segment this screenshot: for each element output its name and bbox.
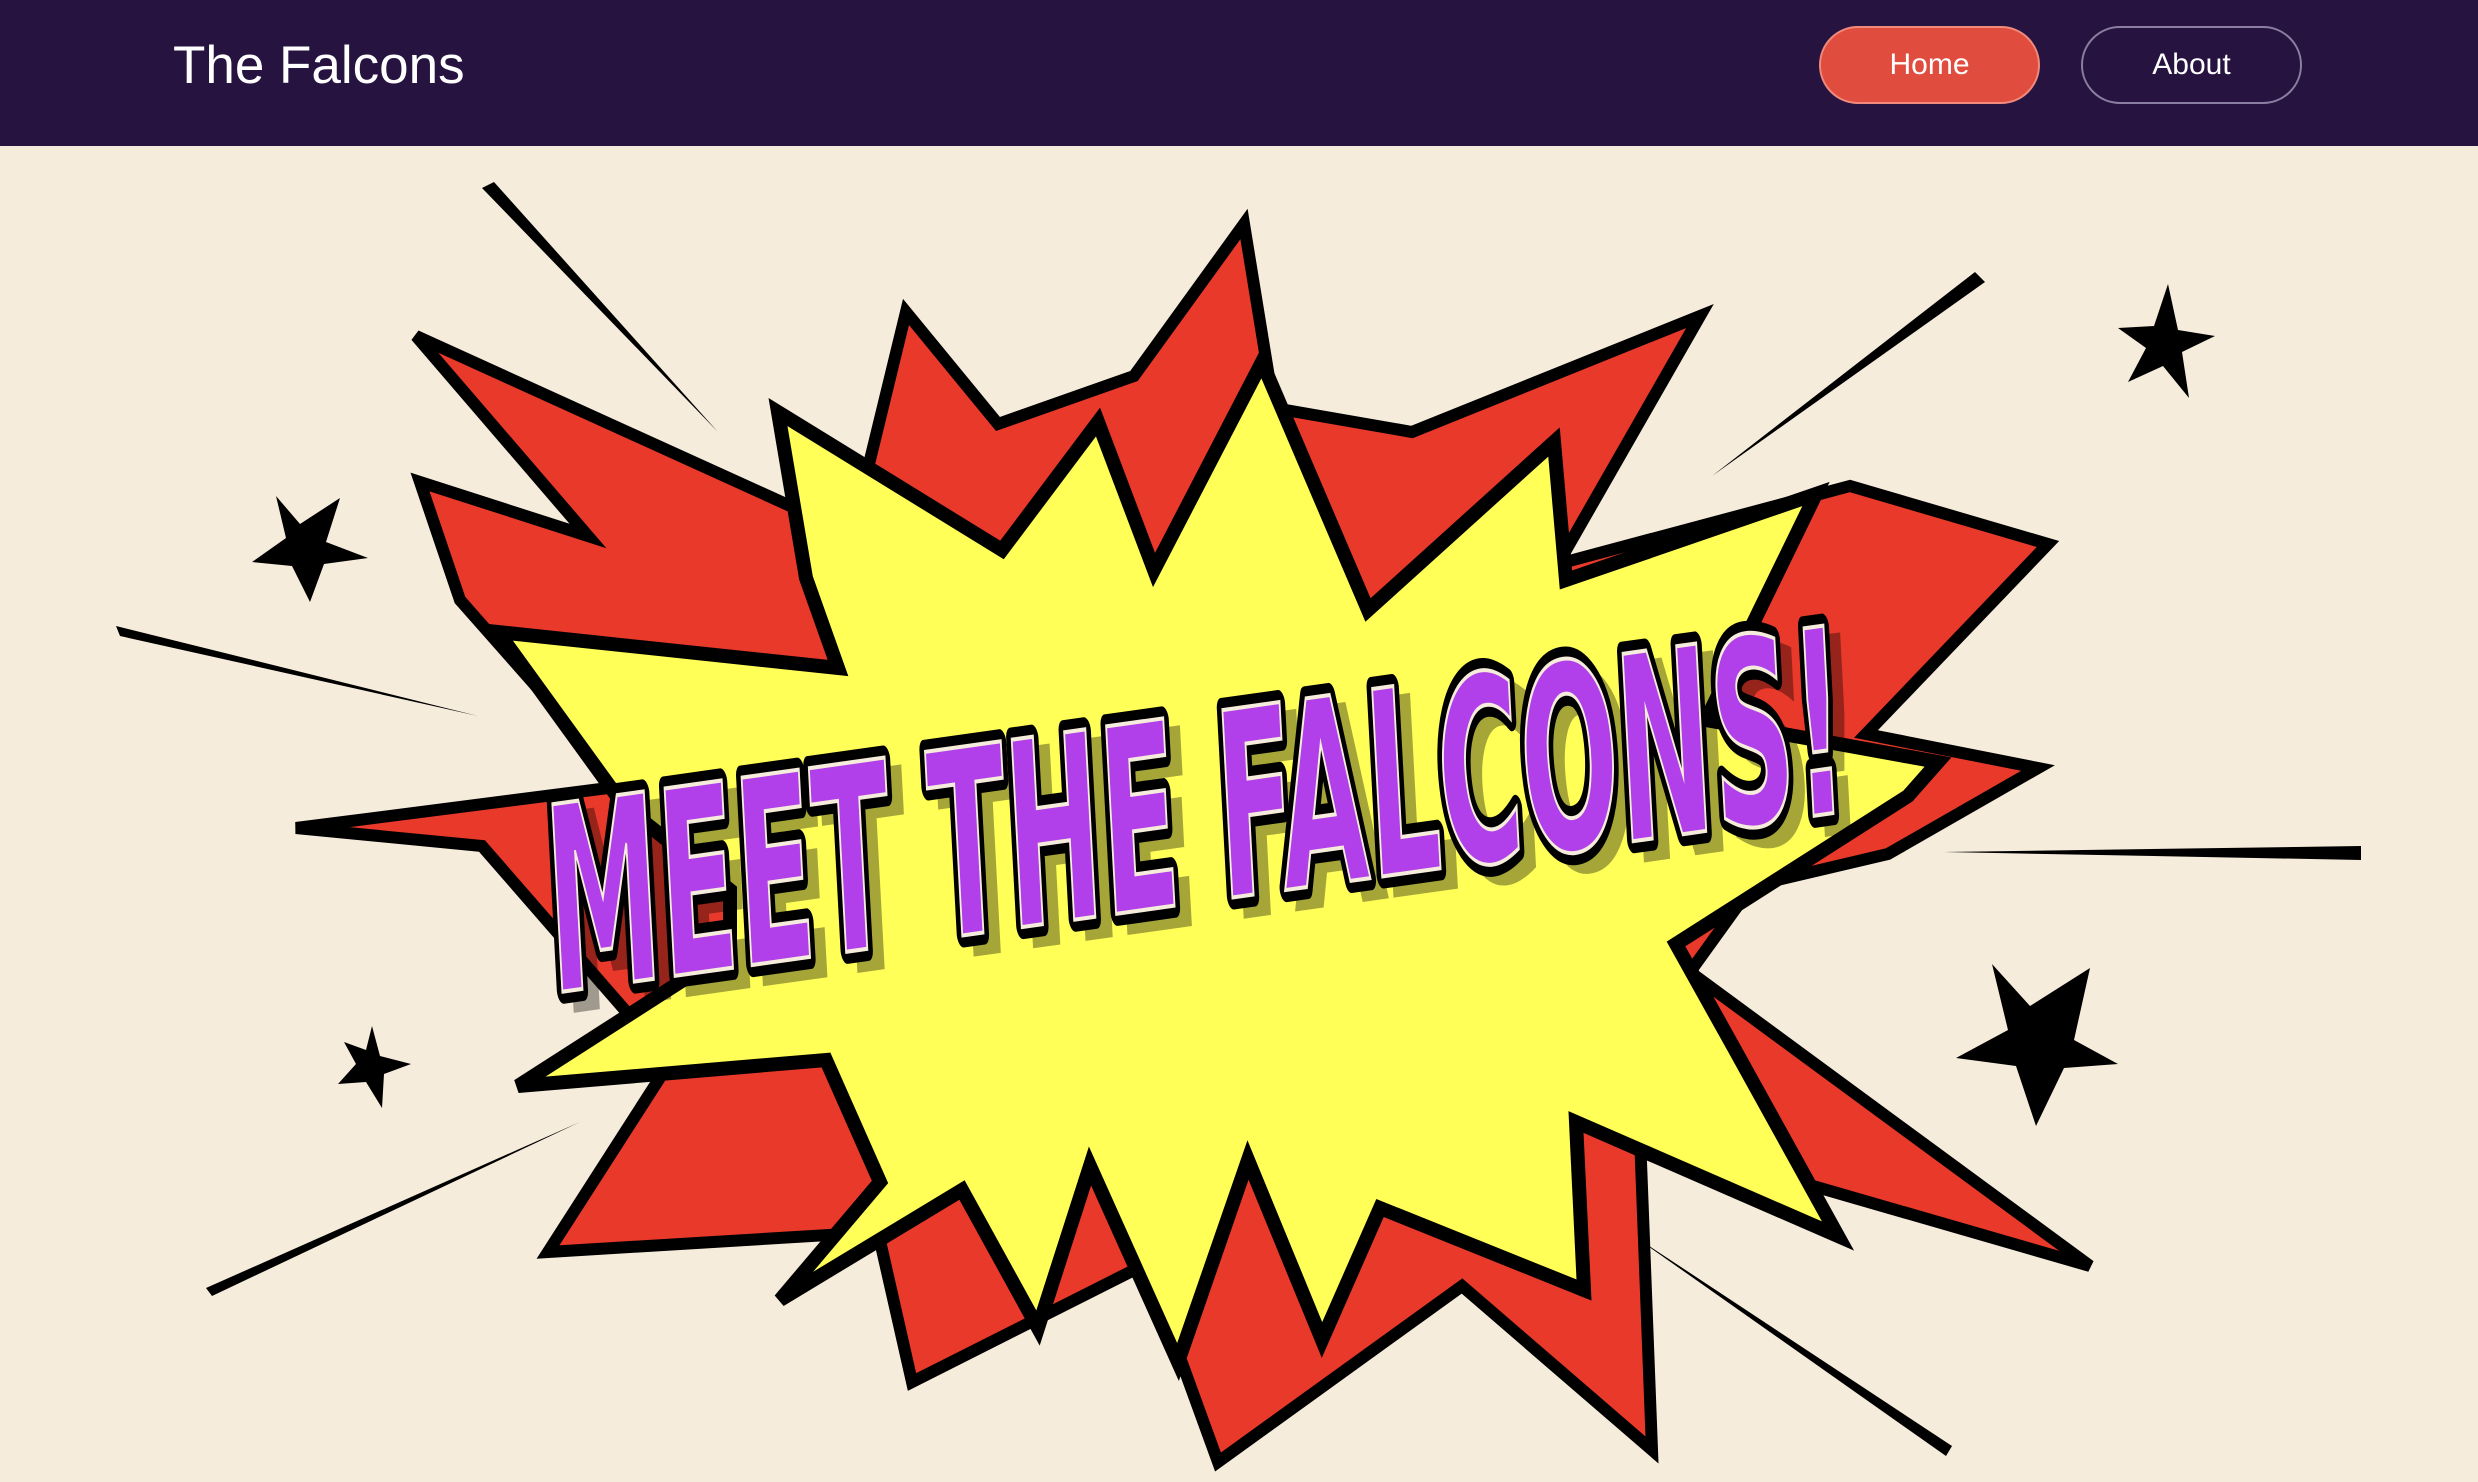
hero-section: MEET THE FALCONS! MEET THE FALCONS! MEET…: [0, 146, 2478, 1482]
speed-line: [1628, 1232, 1952, 1456]
star-icon: [2118, 284, 2215, 398]
hero-burst-illustration: MEET THE FALCONS! MEET THE FALCONS! MEET…: [116, 182, 2361, 1472]
star-icon: [252, 496, 368, 602]
site-brand[interactable]: The Falcons: [173, 34, 465, 98]
speed-line: [1712, 272, 1985, 476]
speed-line: [206, 1122, 580, 1296]
nav-about-button[interactable]: About: [2081, 26, 2302, 104]
speed-line: [1944, 846, 2361, 860]
star-icon: [1956, 964, 2118, 1126]
speed-line: [116, 626, 478, 716]
navbar: The Falcons Home About: [0, 0, 2478, 146]
star-icon: [338, 1026, 411, 1108]
nav-home-button[interactable]: Home: [1819, 26, 2040, 104]
